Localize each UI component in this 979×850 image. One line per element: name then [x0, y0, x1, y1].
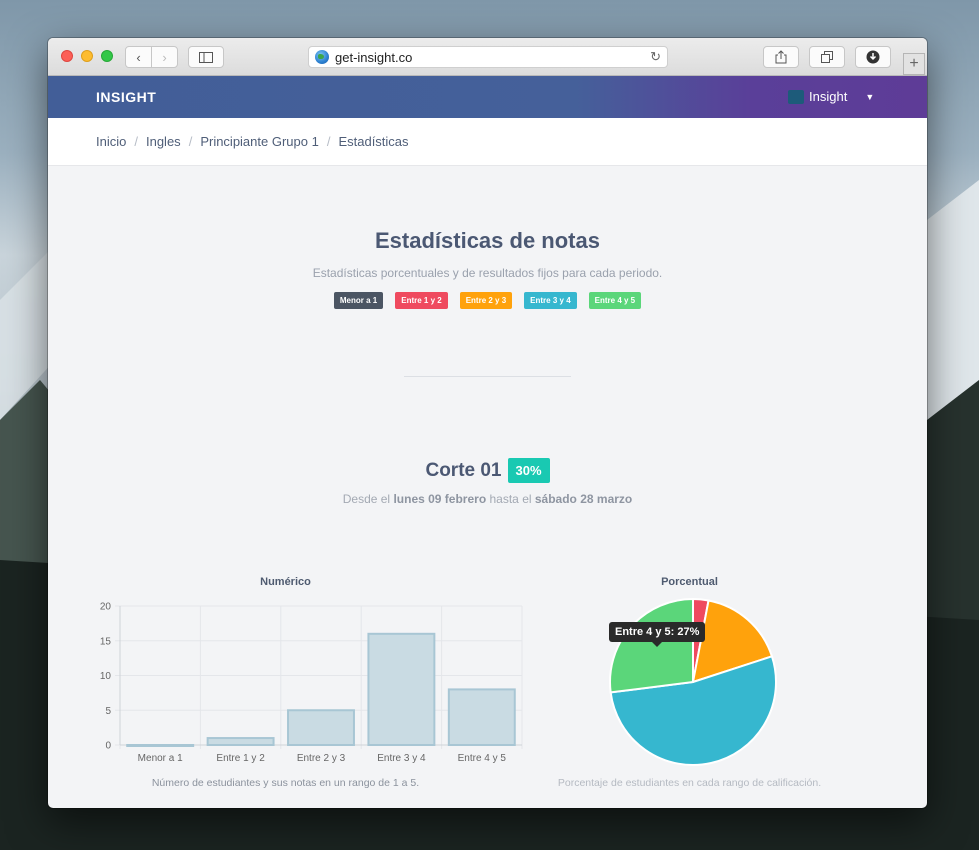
end-date: sábado 28 marzo: [534, 492, 633, 506]
bar[interactable]: [367, 632, 436, 746]
breadcrumb-item-inicio[interactable]: Inicio: [96, 134, 126, 149]
user-menu-label: Insight: [809, 89, 848, 104]
corte-percent-badge: 30%: [507, 458, 550, 483]
corte-header: Corte 01 30%: [48, 458, 927, 483]
avatar: [788, 89, 804, 104]
tabs-icon: [821, 51, 833, 63]
chevron-left-icon: ‹: [136, 49, 141, 65]
user-menu[interactable]: Insight ▼: [788, 89, 874, 104]
sidebar-icon: [199, 51, 213, 63]
legend-badge-entre-4-5: Entre 4 y 5: [588, 292, 642, 309]
url-text: get-insight.co: [335, 49, 413, 65]
x-tick-label: Entre 2 y 3: [297, 753, 346, 764]
breadcrumb-separator: /: [326, 134, 331, 149]
breadcrumb-current: Estadísticas: [338, 134, 409, 149]
breadcrumb-separator: /: [188, 134, 193, 149]
zoom-window-button[interactable]: [101, 50, 113, 62]
chart-tooltip: Entre 4 y 5: 27%: [609, 622, 706, 647]
start-date: lunes 09 febrero: [393, 492, 487, 506]
legend-badge-entre-1-2: Entre 1 y 2: [395, 292, 448, 309]
show-tabs-button[interactable]: [809, 46, 845, 68]
percent-chart-caption: Porcentaje de estudiantes en cada rango …: [557, 777, 822, 789]
page-title: Estadísticas de notas: [375, 228, 600, 253]
grade-legend: Menor a 1 Entre 1 y 2 Entre 2 y 3 Entre …: [48, 292, 927, 309]
x-tick-label: Entre 1 y 2: [216, 753, 265, 764]
download-icon: [866, 50, 880, 64]
bar[interactable]: [447, 688, 516, 746]
new-tab-button[interactable]: +: [903, 53, 925, 75]
address-bar[interactable]: get-insight.co ↻: [308, 46, 668, 68]
dates-mid: hasta el: [489, 492, 532, 506]
y-tick-label: 15: [100, 636, 112, 647]
corte-dates: Desde el lunes 09 febrero hasta el sábad…: [48, 492, 927, 506]
chevron-right-icon: ›: [162, 49, 167, 65]
caret-down-icon: ▼: [865, 91, 875, 102]
numeric-chart-caption: Número de estudiantes y sus notas en un …: [151, 777, 420, 789]
breadcrumb-separator: /: [134, 134, 138, 149]
legend-badge-entre-3-4: Entre 3 y 4: [524, 292, 577, 309]
x-tick-label: Menor a 1: [138, 753, 183, 764]
close-window-button[interactable]: [61, 50, 73, 62]
percent-pie-chart: [609, 597, 777, 766]
page-subtitle: Estadísticas porcentuales y de resultado…: [312, 266, 663, 280]
bar[interactable]: [287, 709, 355, 746]
breadcrumb: Inicio / Ingles / Principiante Grupo 1 /…: [48, 118, 927, 166]
main-content: Estadísticas de notas Estadísticas porce…: [48, 166, 927, 808]
reload-icon[interactable]: ↻: [650, 49, 661, 65]
x-tick-label: Entre 3 y 4: [377, 753, 426, 764]
back-button[interactable]: ‹: [125, 46, 152, 68]
numeric-chart-title: Numérico: [260, 576, 311, 588]
bar[interactable]: [126, 744, 195, 747]
breadcrumb-item-ingles[interactable]: Ingles: [146, 134, 181, 149]
y-tick-label: 10: [100, 671, 112, 682]
downloads-button[interactable]: [855, 46, 891, 68]
x-tick-label: Entre 4 y 5: [458, 753, 507, 764]
numeric-bar-chart: 0 5 10 15 20 Menor a 1 Entre 1 y 2 Entre 2 y 3 E…: [100, 602, 523, 764]
y-tick-label: 20: [100, 602, 112, 613]
dates-prefix: Desde el: [342, 492, 391, 506]
globe-icon: [315, 50, 329, 64]
forward-button[interactable]: ›: [151, 46, 178, 68]
sidebar-toggle-button[interactable]: [188, 46, 224, 68]
legend-badge-menor-1: Menor a 1: [333, 292, 384, 309]
bar[interactable]: [206, 737, 275, 747]
browser-toolbar: ‹ › get-insight.co ↻ +: [48, 38, 927, 76]
share-icon: [775, 50, 787, 64]
minimize-window-button[interactable]: [81, 50, 93, 62]
percent-chart-title: Porcentual: [661, 576, 718, 588]
section-divider: [404, 376, 571, 377]
brand-logo[interactable]: INSIGHT: [96, 89, 156, 105]
y-tick-label: 0: [105, 741, 111, 752]
y-tick-label: 5: [105, 706, 111, 717]
plus-icon: +: [909, 55, 919, 72]
breadcrumb-item-grupo[interactable]: Principiante Grupo 1: [200, 134, 319, 149]
share-button[interactable]: [763, 46, 799, 68]
legend-badge-entre-2-3: Entre 2 y 3: [459, 292, 513, 309]
browser-window: ‹ › get-insight.co ↻ + INSIGHT Insight ▼…: [48, 38, 927, 808]
corte-title: Corte 01: [425, 459, 502, 481]
app-navbar: INSIGHT Insight ▼: [48, 76, 927, 118]
